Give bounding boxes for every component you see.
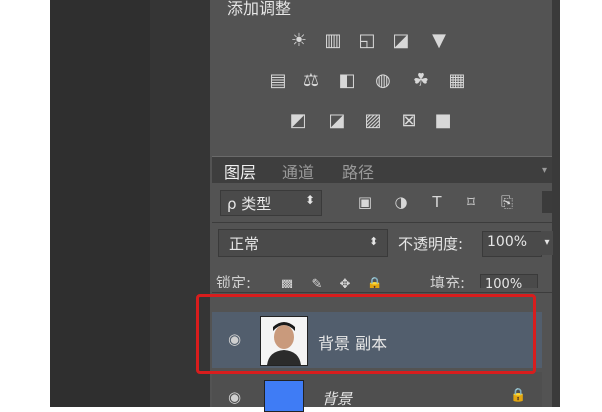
filter-toggle[interactable] <box>542 191 552 213</box>
gradient-map-icon[interactable]: ⊠ <box>396 110 422 132</box>
invert-icon[interactable]: ◩ <box>285 110 311 132</box>
lock-label: 锁定: <box>216 274 252 288</box>
filter-shape-icon[interactable]: ⌑ <box>458 191 484 213</box>
lock-row: 锁定: ▩ ✎ ✥ 🔒 填充: 100% <box>212 262 552 288</box>
filter-type-icon[interactable]: T <box>424 191 450 213</box>
filter-type-value: ρ 类型 <box>227 195 272 213</box>
fill-label: 填充: <box>430 274 466 288</box>
filter-arrow-icon: ⬍ <box>305 193 316 207</box>
layer-thumbnail <box>264 380 304 412</box>
black-white-icon[interactable]: ◧ <box>334 70 360 92</box>
tab-paths[interactable]: 路径 <box>342 159 374 183</box>
layer-name: 背景 <box>322 390 353 408</box>
layers-tab-bar: 图层 通道 路径 ▾ <box>212 156 552 183</box>
fill-value: 100% <box>485 277 523 288</box>
selective-color-icon[interactable]: ■ <box>430 110 456 132</box>
levels-icon[interactable]: ▥ <box>320 30 346 52</box>
blend-mode-select[interactable]: 正常 ⬍ <box>218 229 388 257</box>
left-white-margin <box>0 0 50 407</box>
adjustments-title: 添加调整 <box>227 0 292 18</box>
workspace-dark-area <box>50 0 150 407</box>
exposure-icon[interactable]: ◪ <box>388 30 414 52</box>
color-lookup-icon[interactable]: ▦ <box>444 70 470 92</box>
lock-icon: 🔒 <box>510 388 527 403</box>
divider <box>212 222 552 223</box>
curves-icon[interactable]: ◱ <box>354 30 380 52</box>
posterize-icon[interactable]: ◪ <box>324 110 350 132</box>
color-balance-icon[interactable]: ⚖ <box>298 70 324 92</box>
opacity-label: 不透明度: <box>398 235 464 253</box>
filter-pixel-icon[interactable]: ▣ <box>352 191 378 213</box>
photo-filter-icon[interactable]: ◍ <box>370 70 396 92</box>
lock-transparent-icon[interactable]: ▩ <box>274 274 300 288</box>
vibrance-icon[interactable]: ▼ <box>426 30 452 52</box>
blend-mode-arrow-icon: ⬍ <box>369 235 379 248</box>
filter-type-select[interactable]: ρ 类型 ⬍ <box>220 190 322 216</box>
filter-adjustment-icon[interactable]: ◑ <box>388 191 414 213</box>
right-white-margin <box>560 0 602 407</box>
brightness-contrast-icon[interactable]: ☀ <box>286 30 312 52</box>
channel-mixer-icon[interactable]: ☘ <box>408 70 434 92</box>
opacity-input[interactable]: 100% <box>482 231 542 257</box>
fill-input[interactable]: 100% <box>480 274 538 288</box>
tab-layers[interactable]: 图层 <box>224 159 256 183</box>
layer-row-background[interactable]: ◉ 背景 🔒 <box>212 372 542 412</box>
filter-smart-object-icon[interactable]: ⎘ <box>494 191 520 213</box>
tab-channels[interactable]: 通道 <box>282 159 314 183</box>
blend-mode-value: 正常 <box>229 235 260 253</box>
threshold-icon[interactable]: ▨ <box>360 110 386 132</box>
panel-menu-icon[interactable]: ▾ <box>542 165 547 176</box>
layer-filter-row: ρ 类型 ⬍ ▣ ◑ T ⌑ ⎘ <box>212 185 552 221</box>
opacity-value: 100% <box>487 234 528 250</box>
lock-position-icon[interactable]: ✥ <box>332 274 358 288</box>
opacity-dropdown-icon[interactable]: ▾ <box>541 231 553 255</box>
visibility-eye-icon[interactable]: ◉ <box>228 388 241 406</box>
panel-scrollbar[interactable] <box>552 0 560 407</box>
highlight-box <box>196 294 536 374</box>
hue-saturation-icon[interactable]: ▤ <box>265 70 291 92</box>
layers-divider <box>212 292 552 293</box>
lock-paint-icon[interactable]: ✎ <box>304 274 330 288</box>
lock-all-icon[interactable]: 🔒 <box>362 274 388 288</box>
